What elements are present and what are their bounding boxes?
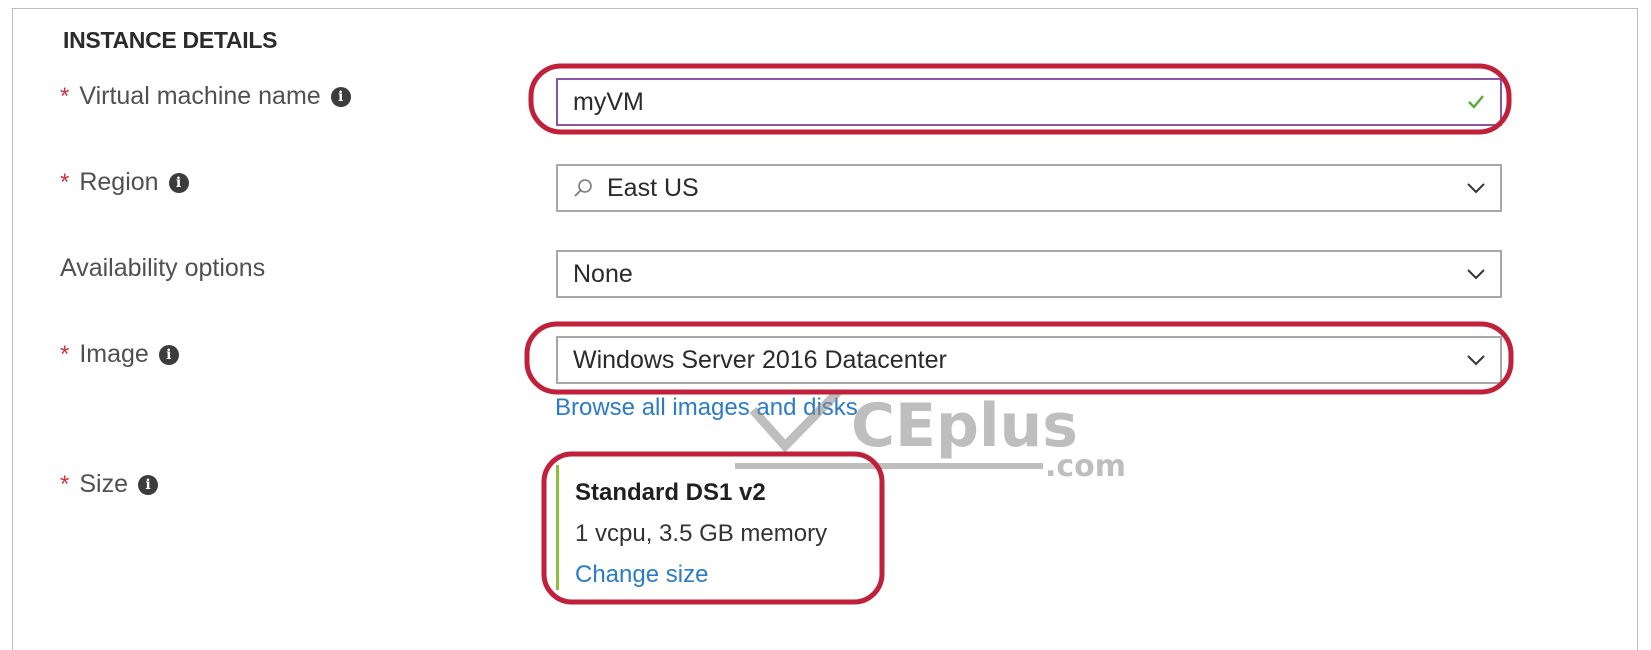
image-dropdown[interactable]: Windows Server 2016 Datacenter xyxy=(556,336,1502,384)
info-icon[interactable]: i xyxy=(158,344,179,365)
size-spec: 1 vcpu, 3.5 GB memory xyxy=(575,520,828,547)
browse-images-link[interactable]: Browse all images and disks xyxy=(555,394,858,422)
info-icon[interactable]: i xyxy=(137,474,158,495)
search-icon xyxy=(572,177,594,199)
region-label: * Region i xyxy=(60,168,189,197)
availability-label: Availability options xyxy=(60,254,265,283)
info-icon[interactable]: i xyxy=(330,86,351,107)
image-value: Windows Server 2016 Datacenter xyxy=(573,345,947,374)
chevron-down-icon[interactable] xyxy=(1452,354,1500,366)
availability-dropdown[interactable]: None xyxy=(556,250,1502,298)
vm-name-label: * Virtual machine name i xyxy=(60,82,351,111)
region-value: East US xyxy=(607,173,699,202)
size-label-text: Size xyxy=(79,470,128,498)
region-dropdown[interactable]: East US xyxy=(556,164,1502,212)
size-name: Standard DS1 v2 xyxy=(575,479,766,506)
required-asterisk: * xyxy=(60,340,70,368)
region-label-text: Region xyxy=(79,168,159,196)
required-asterisk: * xyxy=(60,82,70,110)
vm-name-label-text: Virtual machine name xyxy=(79,82,321,110)
required-asterisk: * xyxy=(60,168,70,196)
required-asterisk: * xyxy=(60,470,70,498)
chevron-down-icon[interactable] xyxy=(1452,268,1500,280)
image-label: * Image i xyxy=(60,340,179,369)
section-title: INSTANCE DETAILS xyxy=(63,27,278,53)
size-label: * Size i xyxy=(60,470,158,499)
chevron-down-icon[interactable] xyxy=(1452,182,1500,194)
info-icon[interactable]: i xyxy=(168,172,189,193)
checkmark-icon xyxy=(1452,92,1500,112)
change-size-link[interactable]: Change size xyxy=(575,561,708,589)
vm-name-input[interactable]: myVM xyxy=(556,78,1502,126)
availability-label-text: Availability options xyxy=(60,254,266,282)
availability-value: None xyxy=(573,259,633,288)
size-summary-card: Standard DS1 v2 1 vcpu, 3.5 GB memory Ch… xyxy=(556,465,876,590)
vm-name-value[interactable]: myVM xyxy=(558,88,1452,117)
image-label-text: Image xyxy=(79,340,149,368)
